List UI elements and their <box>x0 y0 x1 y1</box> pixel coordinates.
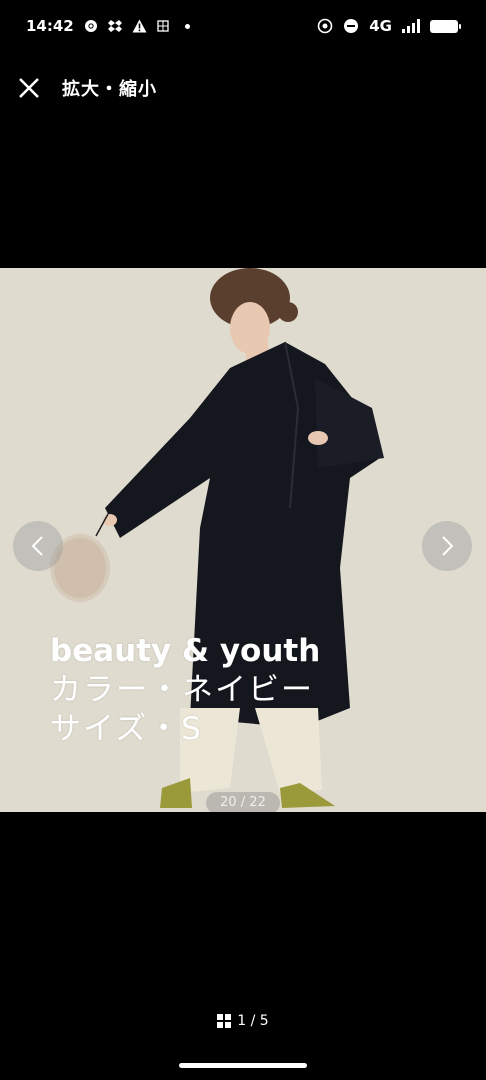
previous-image-button[interactable] <box>13 521 63 571</box>
close-icon[interactable] <box>16 75 42 101</box>
sim-icon <box>157 20 169 32</box>
battery-icon <box>430 19 461 33</box>
grid-icon <box>217 1014 232 1028</box>
status-bar: 14:42 4G <box>0 0 486 52</box>
status-time: 14:42 <box>26 17 74 35</box>
chevron-left-icon <box>31 536 43 556</box>
overlay-caption: beauty & youth カラー・ネイビー サイズ・S <box>50 632 320 749</box>
next-image-button[interactable] <box>422 521 472 571</box>
signal-icon <box>402 19 420 33</box>
status-left: 14:42 <box>26 17 190 35</box>
nfc-icon <box>317 18 333 34</box>
page-indicator[interactable]: 1 / 5 <box>0 1010 486 1032</box>
caption-size: サイズ・S <box>50 711 203 747</box>
chevron-right-icon <box>442 536 454 556</box>
screen: 14:42 4G 拡大・縮小 beauty & youth カラー・ネイビー サ… <box>0 0 486 1080</box>
network-type: 4G <box>369 17 392 35</box>
chrome-icon <box>84 19 98 33</box>
caption-color: カラー・ネイビー <box>50 672 314 708</box>
zoom-image-viewer[interactable]: beauty & youth カラー・ネイビー サイズ・S 20 / 22 <box>0 268 486 812</box>
warning-icon <box>132 19 147 33</box>
app-header: 拡大・縮小 <box>0 60 486 116</box>
dnd-icon <box>343 18 359 34</box>
notification-dot <box>184 23 190 29</box>
caption-brand: beauty & youth <box>50 633 321 669</box>
dropbox-icon <box>107 19 122 33</box>
status-right: 4G <box>317 17 461 35</box>
page-title: 拡大・縮小 <box>62 79 157 100</box>
home-indicator[interactable] <box>179 1063 307 1068</box>
image-counter: 20 / 22 <box>206 792 280 812</box>
page-indicator-label: 1 / 5 <box>237 1013 269 1029</box>
